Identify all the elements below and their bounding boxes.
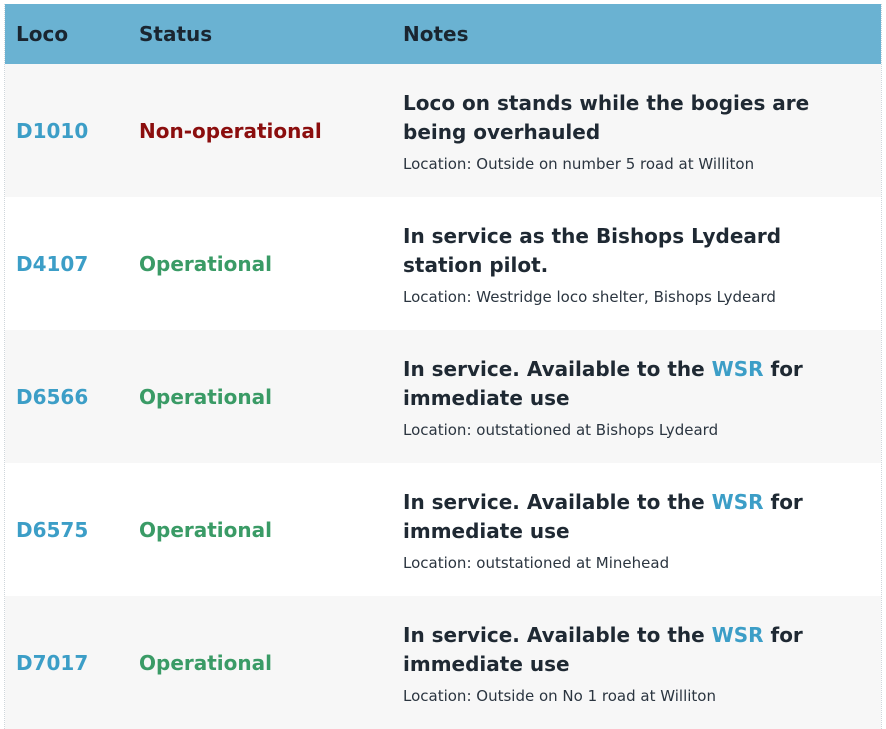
loco-link[interactable]: D7017 bbox=[16, 651, 88, 675]
note-title: In service. Available to the WSR for imm… bbox=[403, 488, 861, 546]
table-row: D7017 Operational In service. Available … bbox=[5, 596, 881, 729]
loco-link[interactable]: D4107 bbox=[16, 252, 88, 276]
status-text: Non-operational bbox=[139, 118, 322, 143]
notes-cell: In service. Available to the WSR for imm… bbox=[403, 621, 881, 705]
notes-cell: Loco on stands while the bogies are bein… bbox=[403, 89, 881, 173]
note-text: In service. Available to the bbox=[403, 489, 712, 514]
table-row: D1010 Non-operational Loco on stands whi… bbox=[5, 64, 881, 197]
wsr-link[interactable]: WSR bbox=[712, 490, 764, 514]
loco-cell: D4107 bbox=[5, 252, 139, 276]
table-row: D6575 Operational In service. Available … bbox=[5, 463, 881, 596]
notes-cell: In service as the Bishops Lydeard statio… bbox=[403, 222, 881, 306]
loco-cell: D6566 bbox=[5, 385, 139, 409]
status-text: Operational bbox=[139, 650, 272, 675]
loco-link[interactable]: D6566 bbox=[16, 385, 88, 409]
notes-cell: In service. Available to the WSR for imm… bbox=[403, 355, 881, 439]
header-loco: Loco bbox=[16, 22, 69, 46]
loco-status-table: Loco Status Notes D1010 Non-operational … bbox=[4, 4, 882, 729]
note-title: In service as the Bishops Lydeard statio… bbox=[403, 222, 861, 280]
location-text: Location: outstationed at Minehead bbox=[403, 553, 670, 572]
note-text: In service. Available to the bbox=[403, 622, 712, 647]
table-row: D4107 Operational In service as the Bish… bbox=[5, 197, 881, 330]
wsr-link[interactable]: WSR bbox=[712, 357, 764, 381]
note-text: Loco on stands while the bogies are bein… bbox=[403, 90, 810, 144]
loco-cell: D7017 bbox=[5, 651, 139, 675]
location-text: Location: Outside on No 1 road at Willit… bbox=[403, 686, 716, 705]
note-text: In service. Available to the bbox=[403, 356, 712, 381]
table-header: Loco Status Notes bbox=[5, 4, 881, 64]
note-title: Loco on stands while the bogies are bein… bbox=[403, 89, 861, 147]
loco-link[interactable]: D6575 bbox=[16, 518, 88, 542]
loco-cell: D1010 bbox=[5, 119, 139, 143]
header-status: Status bbox=[139, 22, 213, 46]
notes-cell: In service. Available to the WSR for imm… bbox=[403, 488, 881, 572]
location-text: Location: Westridge loco shelter, Bishop… bbox=[403, 287, 776, 306]
status-cell: Operational bbox=[139, 518, 403, 542]
status-text: Operational bbox=[139, 384, 272, 409]
status-cell: Operational bbox=[139, 385, 403, 409]
status-text: Operational bbox=[139, 517, 272, 542]
note-title: In service. Available to the WSR for imm… bbox=[403, 355, 861, 413]
status-cell: Operational bbox=[139, 252, 403, 276]
note-text: In service as the Bishops Lydeard statio… bbox=[403, 223, 782, 277]
status-cell: Non-operational bbox=[139, 119, 403, 143]
table-row: D6566 Operational In service. Available … bbox=[5, 330, 881, 463]
note-title: In service. Available to the WSR for imm… bbox=[403, 621, 861, 679]
header-notes: Notes bbox=[403, 22, 469, 46]
loco-cell: D6575 bbox=[5, 518, 139, 542]
location-text: Location: Outside on number 5 road at Wi… bbox=[403, 154, 755, 173]
location-text: Location: outstationed at Bishops Lydear… bbox=[403, 420, 719, 439]
loco-link[interactable]: D1010 bbox=[16, 119, 88, 143]
wsr-link[interactable]: WSR bbox=[712, 623, 764, 647]
status-cell: Operational bbox=[139, 651, 403, 675]
status-text: Operational bbox=[139, 251, 272, 276]
